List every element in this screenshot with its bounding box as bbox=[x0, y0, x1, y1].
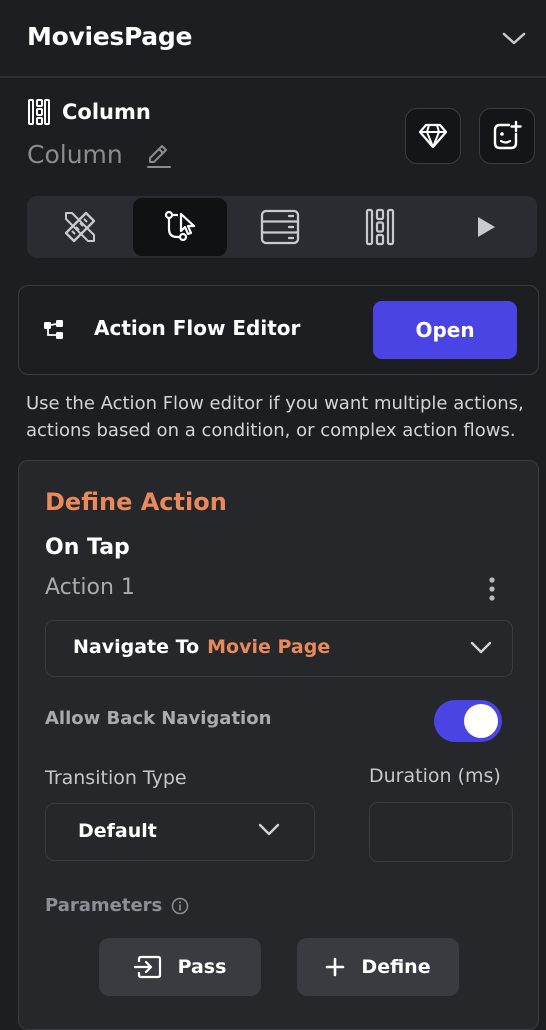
add-widget-button[interactable] bbox=[479, 108, 535, 164]
widget-name-row[interactable]: Column bbox=[27, 140, 173, 169]
pass-label: Pass bbox=[177, 956, 227, 978]
define-label: Define bbox=[361, 956, 431, 978]
action-flow-description: Use the Action Flow editor if you want m… bbox=[26, 393, 524, 441]
column-icon bbox=[365, 207, 395, 247]
properties-ruler-icon bbox=[60, 207, 100, 247]
allow-back-navigation-toggle[interactable] bbox=[434, 700, 502, 742]
parameters-label: Parameters bbox=[45, 895, 163, 916]
diamond-button[interactable] bbox=[405, 108, 461, 164]
add-widget-icon bbox=[491, 120, 523, 152]
info-icon[interactable] bbox=[171, 897, 189, 915]
flow-nodes-icon bbox=[43, 319, 65, 341]
navigate-select-value: Navigate To Movie Page bbox=[73, 636, 330, 658]
input-arrow-icon bbox=[133, 955, 162, 979]
navigate-target: Movie Page bbox=[207, 636, 331, 658]
action-flow-editor-label: Action Flow Editor bbox=[94, 316, 301, 340]
tab-layout[interactable] bbox=[333, 198, 427, 256]
transition-type-select[interactable]: Default bbox=[45, 803, 315, 861]
properties-tab-bar bbox=[27, 196, 537, 258]
tab-properties[interactable] bbox=[33, 198, 127, 256]
action-name: Action 1 bbox=[45, 575, 135, 600]
plus-icon bbox=[325, 957, 345, 977]
play-icon bbox=[474, 214, 498, 240]
tab-actions[interactable] bbox=[133, 198, 227, 256]
navigate-to-select[interactable]: Navigate To Movie Page bbox=[45, 620, 513, 677]
allow-back-navigation-label: Allow Back Navigation bbox=[45, 708, 272, 729]
define-parameter-button[interactable]: Define bbox=[297, 938, 459, 996]
page-title: MoviesPage bbox=[27, 22, 193, 51]
chevron-down-icon bbox=[470, 641, 492, 655]
more-vert-icon[interactable] bbox=[487, 577, 497, 601]
open-button[interactable]: Open bbox=[373, 301, 517, 359]
widget-type: Column bbox=[28, 98, 151, 126]
trigger-label: On Tap bbox=[45, 535, 130, 560]
define-action-title: Define Action bbox=[45, 488, 227, 516]
pencil-icon[interactable] bbox=[145, 141, 173, 169]
tab-backend-query[interactable] bbox=[233, 198, 327, 256]
actions-flow-icon bbox=[160, 207, 200, 247]
duration-input[interactable] bbox=[369, 802, 513, 862]
transition-type-label: Transition Type bbox=[45, 767, 187, 789]
backend-query-icon bbox=[259, 207, 301, 247]
widget-name[interactable]: Column bbox=[27, 140, 123, 169]
chevron-down-icon[interactable] bbox=[502, 32, 526, 46]
duration-label: Duration (ms) bbox=[369, 765, 501, 787]
pass-parameter-button[interactable]: Pass bbox=[99, 938, 261, 996]
widget-type-label: Column bbox=[62, 100, 151, 124]
chevron-down-icon bbox=[258, 823, 280, 837]
page-header[interactable]: MoviesPage bbox=[0, 0, 546, 78]
action-flow-editor-card: Action Flow Editor Open bbox=[18, 285, 539, 375]
diamond-icon bbox=[418, 123, 448, 149]
navigate-prefix: Navigate To bbox=[73, 636, 200, 658]
toggle-knob bbox=[464, 704, 498, 738]
transition-type-value: Default bbox=[78, 820, 157, 842]
column-icon bbox=[28, 99, 50, 125]
tab-preview[interactable] bbox=[439, 198, 533, 256]
